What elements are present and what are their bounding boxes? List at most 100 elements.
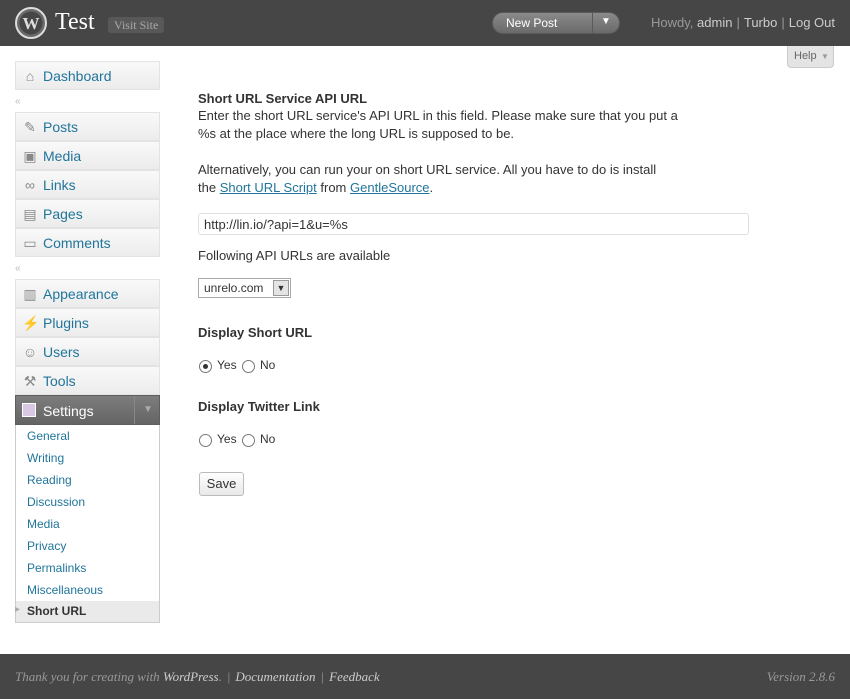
- help-tab[interactable]: Help ▼: [787, 46, 834, 68]
- chevron-down-icon: ▼: [601, 16, 611, 27]
- wordpress-link[interactable]: WordPress: [163, 669, 219, 684]
- chevron-down-icon: ▼: [143, 404, 153, 415]
- menu-collapse-icon[interactable]: «: [15, 263, 21, 274]
- menu-collapse-icon[interactable]: «: [15, 96, 21, 107]
- short-url-script-link[interactable]: Short URL Script: [220, 180, 317, 195]
- submenu-toggle[interactable]: ▼: [134, 396, 159, 424]
- alternative-description: Alternatively, you can run your on short…: [198, 161, 656, 197]
- alt-desc-line-1: Alternatively, you can run your on short…: [198, 162, 657, 177]
- sidebar-item-links[interactable]: ∞ Links: [15, 170, 160, 199]
- api-desc-line-1: Enter the short URL service's API URL in…: [198, 108, 678, 123]
- display-short-url-yes-label: Yes: [217, 358, 237, 372]
- user-info: Howdy, admin | Turbo | Log Out: [651, 15, 835, 30]
- submenu-item-miscellaneous[interactable]: Miscellaneous: [27, 583, 103, 597]
- documentation-link[interactable]: Documentation: [235, 669, 315, 684]
- admin-footer: Thank you for creating with WordPress. | D…: [0, 654, 850, 699]
- sidebar-item-label: Plugins: [43, 315, 89, 331]
- sidebar-item-label: Media: [43, 148, 82, 164]
- svg-text:W: W: [23, 14, 40, 33]
- sidebar-item-settings[interactable]: Settings ▼: [15, 395, 160, 425]
- sidebar-item-pages[interactable]: ▤ Pages: [15, 199, 160, 228]
- display-twitter-yes-radio[interactable]: [199, 434, 212, 447]
- alt-desc-line-2: the Short URL Script from GentleSource.: [198, 179, 656, 197]
- new-post-label: New Post: [506, 16, 558, 30]
- sidebar-item-comments[interactable]: ▭ Comments: [15, 228, 160, 257]
- footer-thanks: Thank you for creating with: [15, 669, 160, 684]
- howdy-text: Howdy,: [651, 15, 694, 30]
- tools-icon: ⚒: [23, 373, 37, 389]
- display-twitter-no-label: No: [260, 432, 276, 446]
- save-button[interactable]: Save: [199, 472, 244, 496]
- pages-icon: ▤: [23, 206, 37, 222]
- footer-credits: Thank you for creating with WordPress. | D…: [15, 669, 380, 684]
- sidebar-item-appearance[interactable]: ▥ Appearance: [15, 279, 160, 308]
- submenu-item-label: Short URL: [27, 604, 87, 618]
- display-twitter-yes-label: Yes: [217, 432, 237, 446]
- users-icon: ☺: [22, 344, 38, 360]
- sidebar-item-users[interactable]: ☺ Users: [15, 337, 160, 366]
- submenu-item-privacy[interactable]: Privacy: [27, 539, 66, 553]
- favorite-actions-toggle[interactable]: ▼: [592, 13, 619, 33]
- api-url-heading: Short URL Service API URL: [198, 91, 368, 106]
- display-short-url-yes-radio[interactable]: [199, 360, 212, 373]
- settings-submenu: General Writing Reading Discussion Media…: [15, 425, 160, 623]
- display-short-url-heading: Display Short URL: [198, 325, 313, 340]
- display-short-url-no-radio[interactable]: [242, 360, 255, 373]
- api-url-input[interactable]: [198, 213, 749, 235]
- alt-the-text: the: [198, 180, 217, 195]
- feedback-link[interactable]: Feedback: [329, 669, 380, 684]
- api-url-select[interactable]: unrelo.com ▼: [198, 278, 291, 298]
- submenu-item-reading[interactable]: Reading: [27, 473, 72, 487]
- sidebar-item-label: Links: [43, 177, 76, 193]
- api-desc-line-2: %s at the place where the long URL is su…: [198, 126, 515, 141]
- plugin-icon: ⚡: [22, 315, 40, 331]
- submenu-item-general[interactable]: General: [27, 429, 70, 443]
- sidebar-item-label: Comments: [43, 235, 111, 251]
- turbo-link[interactable]: Turbo: [744, 15, 777, 30]
- appearance-icon: ▥: [23, 286, 37, 302]
- chevron-down-icon: ▼: [821, 52, 829, 61]
- submenu-item-media[interactable]: Media: [27, 517, 60, 531]
- sidebar-item-label: Dashboard: [43, 68, 112, 84]
- display-short-url-no-label: No: [260, 358, 276, 372]
- sidebar-item-plugins[interactable]: ⚡ Plugins: [15, 308, 160, 337]
- submenu-item-short-url[interactable]: ▸ Short URL: [15, 601, 159, 622]
- sidebar-item-tools[interactable]: ⚒ Tools: [15, 366, 160, 395]
- chevron-down-icon: ▼: [273, 280, 289, 296]
- help-label: Help: [794, 50, 817, 62]
- pin-icon: ✎: [24, 119, 36, 135]
- sidebar-item-label: Pages: [43, 206, 83, 222]
- profile-link[interactable]: admin: [697, 15, 732, 30]
- sidebar-item-dashboard[interactable]: ⌂ Dashboard: [15, 61, 160, 90]
- alt-period: .: [429, 180, 434, 195]
- sidebar-item-posts[interactable]: ✎ Posts: [15, 112, 160, 141]
- admin-header: W Test Visit Site New Post ▼ Howdy, admi…: [0, 0, 850, 46]
- dashboard-icon: ⌂: [25, 68, 35, 84]
- alt-from-text: from: [320, 180, 347, 195]
- submenu-item-permalinks[interactable]: Permalinks: [27, 561, 86, 575]
- sidebar-item-label: Users: [43, 344, 80, 360]
- wordpress-logo-icon[interactable]: W: [15, 7, 47, 39]
- submenu-item-writing[interactable]: Writing: [27, 451, 64, 465]
- api-url-select-value: unrelo.com: [204, 281, 264, 295]
- sidebar-item-label: Appearance: [43, 286, 119, 302]
- logout-link[interactable]: Log Out: [789, 15, 835, 30]
- display-twitter-no-radio[interactable]: [242, 434, 255, 447]
- version-text: Version 2.8.6: [766, 669, 835, 684]
- settings-icon: [22, 403, 36, 417]
- display-twitter-heading: Display Twitter Link: [198, 399, 320, 414]
- available-urls-label: Following API URLs are available: [198, 248, 391, 263]
- site-title: Test: [55, 9, 95, 35]
- new-post-button[interactable]: New Post ▼: [492, 12, 620, 34]
- sidebar-item-media[interactable]: ▣ Media: [15, 141, 160, 170]
- link-icon: ∞: [25, 177, 35, 193]
- visit-site-button[interactable]: Visit Site: [108, 17, 165, 33]
- api-url-description: Enter the short URL service's API URL in…: [198, 107, 678, 143]
- sidebar-item-label: Posts: [43, 119, 79, 135]
- sidebar-item-label: Settings: [43, 403, 94, 419]
- current-arrow-icon: ▸: [15, 604, 21, 615]
- gentlesource-link[interactable]: GentleSource: [350, 180, 430, 195]
- sidebar-item-label: Tools: [43, 373, 76, 389]
- submenu-item-discussion[interactable]: Discussion: [27, 495, 85, 509]
- media-icon: ▣: [23, 148, 37, 164]
